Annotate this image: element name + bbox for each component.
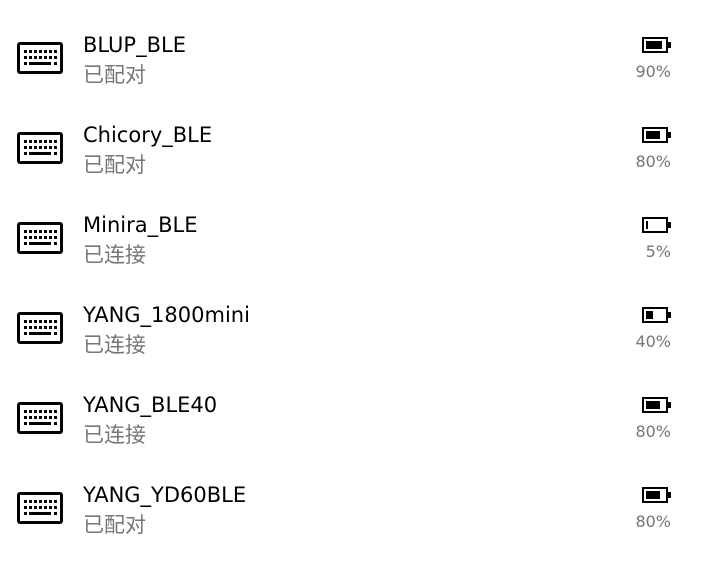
device-item[interactable]: YANG_1800mini 已连接 40%: [0, 282, 705, 372]
device-status: 已连接: [83, 243, 146, 267]
battery-percentage: 80%: [635, 512, 671, 531]
device-status: 已连接: [83, 423, 146, 447]
device-name: YANG_1800mini: [83, 303, 250, 327]
device-item[interactable]: BLUP_BLE 已配对 90%: [0, 12, 705, 102]
device-name: Minira_BLE: [83, 213, 198, 237]
device-item[interactable]: Minira_BLE 已连接 5%: [0, 192, 705, 282]
battery-percentage: 80%: [635, 152, 671, 171]
device-item[interactable]: Chicory_BLE 已配对 80%: [0, 102, 705, 192]
device-item[interactable]: YANG_BLE40 已连接 80%: [0, 372, 705, 462]
battery-fill: [646, 311, 653, 319]
keyboard-icon: [17, 402, 63, 434]
battery-percentage: 5%: [645, 242, 671, 261]
battery-icon: [642, 487, 672, 503]
battery-icon: [642, 307, 672, 323]
bluetooth-device-list: BLUP_BLE 已配对 90% Chicory_BLE 已配对 80% Min…: [0, 0, 705, 562]
keyboard-icon: [17, 42, 63, 74]
keyboard-icon: [17, 492, 63, 524]
battery-percentage: 90%: [635, 62, 671, 81]
battery-fill: [646, 491, 660, 499]
device-name: BLUP_BLE: [83, 33, 186, 57]
device-status: 已连接: [83, 333, 146, 357]
keyboard-icon: [17, 222, 63, 254]
keyboard-icon: [17, 312, 63, 344]
device-status: 已配对: [83, 153, 146, 177]
battery-icon: [642, 397, 672, 413]
device-name: Chicory_BLE: [83, 123, 213, 147]
battery-fill: [646, 131, 660, 139]
battery-icon: [642, 127, 672, 143]
battery-icon: [642, 37, 672, 53]
keyboard-icon: [17, 132, 63, 164]
battery-fill: [646, 221, 648, 229]
device-name: YANG_YD60BLE: [83, 483, 247, 507]
device-item[interactable]: YANG_YD60BLE 已配对 80%: [0, 462, 705, 552]
battery-fill: [646, 401, 660, 409]
device-status: 已配对: [83, 513, 146, 537]
battery-percentage: 40%: [635, 332, 671, 351]
battery-percentage: 80%: [635, 422, 671, 441]
device-status: 已配对: [83, 63, 146, 87]
battery-fill: [646, 41, 662, 49]
battery-icon: [642, 217, 672, 233]
device-name: YANG_BLE40: [83, 393, 218, 417]
